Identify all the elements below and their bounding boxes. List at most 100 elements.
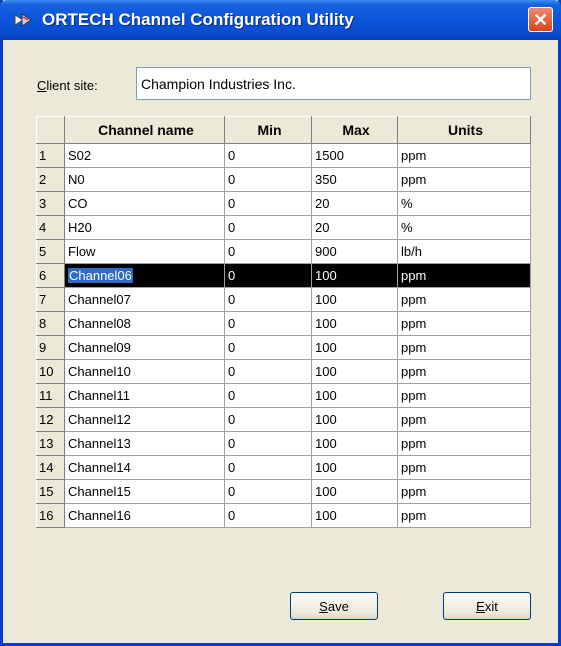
max-cell[interactable]: 100 [311,383,398,408]
max-cell[interactable]: 100 [311,263,398,288]
min-cell[interactable]: 0 [224,455,312,480]
channel-name-cell[interactable]: S02 [64,143,225,168]
channel-name-cell[interactable]: Channel09 [64,335,225,360]
max-cell[interactable]: 100 [311,287,398,312]
max-cell[interactable]: 20 [311,215,398,240]
channel-name-cell[interactable]: Channel07 [64,287,225,312]
max-cell[interactable]: 1500 [311,143,398,168]
channel-name-cell[interactable]: Channel15 [64,479,225,504]
column-header-channel-name[interactable]: Channel name [64,116,225,144]
column-header-min[interactable]: Min [224,116,312,144]
channel-name-cell[interactable]: Channel08 [64,311,225,336]
row-number-cell[interactable]: 3 [36,191,65,216]
units-cell[interactable]: ppm [397,335,531,360]
max-cell[interactable]: 100 [311,335,398,360]
units-cell[interactable]: ppm [397,431,531,456]
row-number-cell[interactable]: 4 [36,215,65,240]
channel-name-cell[interactable]: Channel06 [64,263,225,288]
units-cell[interactable]: ppm [397,455,531,480]
table-row[interactable]: 8 Channel08 0 100 ppm [36,311,531,336]
max-cell[interactable]: 100 [311,431,398,456]
row-number-cell[interactable]: 7 [36,287,65,312]
min-cell[interactable]: 0 [224,239,312,264]
channel-name-cell[interactable]: Channel16 [64,503,225,528]
table-row[interactable]: 15 Channel15 0 100 ppm [36,479,531,504]
channel-name-cell[interactable]: CO [64,191,225,216]
row-number-cell[interactable]: 12 [36,407,65,432]
row-number-cell[interactable]: 2 [36,167,65,192]
row-number-cell[interactable]: 14 [36,455,65,480]
table-row[interactable]: 9 Channel09 0 100 ppm [36,335,531,360]
min-cell[interactable]: 0 [224,407,312,432]
table-row[interactable]: 2 N0 0 350 ppm [36,167,531,192]
exit-button[interactable]: Exit [443,592,531,620]
table-row[interactable]: 11 Channel11 0 100 ppm [36,383,531,408]
table-row[interactable]: 3 CO 0 20% [36,191,531,216]
units-cell[interactable]: % [397,191,531,216]
row-number-cell[interactable]: 6 [36,263,65,288]
min-cell[interactable]: 0 [224,287,312,312]
units-cell[interactable]: ppm [397,407,531,432]
min-cell[interactable]: 0 [224,167,312,192]
max-cell[interactable]: 100 [311,503,398,528]
channel-name-cell[interactable]: Flow [64,239,225,264]
min-cell[interactable]: 0 [224,191,312,216]
units-cell[interactable]: % [397,215,531,240]
min-cell[interactable]: 0 [224,479,312,504]
units-cell[interactable]: ppm [397,143,531,168]
max-cell[interactable]: 20 [311,191,398,216]
row-number-cell[interactable]: 5 [36,239,65,264]
row-number-cell[interactable]: 8 [36,311,65,336]
min-cell[interactable]: 0 [224,335,312,360]
row-number-cell[interactable]: 1 [36,143,65,168]
min-cell[interactable]: 0 [224,359,312,384]
table-row[interactable]: 5 Flow 0 900 lb/h [36,239,531,264]
save-button[interactable]: Save [290,592,378,620]
client-site-input[interactable] [136,67,531,100]
table-row[interactable]: 4 H20 0 20% [36,215,531,240]
units-cell[interactable]: ppm [397,503,531,528]
channel-name-cell[interactable]: Channel10 [64,359,225,384]
table-row[interactable]: 10 Channel10 0 100 ppm [36,359,531,384]
table-row[interactable]: 14 Channel14 0 100 ppm [36,455,531,480]
table-row[interactable]: 7 Channel07 0 100 ppm [36,287,531,312]
units-cell[interactable]: ppm [397,311,531,336]
max-cell[interactable]: 100 [311,359,398,384]
units-cell[interactable]: ppm [397,359,531,384]
row-number-cell[interactable]: 10 [36,359,65,384]
max-cell[interactable]: 100 [311,311,398,336]
table-row[interactable]: 12 Channel12 0 100 ppm [36,407,531,432]
min-cell[interactable]: 0 [224,503,312,528]
channel-name-cell[interactable]: H20 [64,215,225,240]
row-header-corner[interactable] [36,116,65,144]
min-cell[interactable]: 0 [224,431,312,456]
min-cell[interactable]: 0 [224,383,312,408]
channel-name-cell[interactable]: N0 [64,167,225,192]
channel-name-cell[interactable]: Channel14 [64,455,225,480]
table-row[interactable]: 13 Channel13 0 100 ppm [36,431,531,456]
max-cell[interactable]: 350 [311,167,398,192]
title-bar[interactable]: ORTECH Channel Configuration Utility ✕ [0,0,561,40]
units-cell[interactable]: ppm [397,383,531,408]
min-cell[interactable]: 0 [224,215,312,240]
channel-name-cell[interactable]: Channel12 [64,407,225,432]
close-button[interactable]: ✕ [528,7,553,32]
min-cell[interactable]: 0 [224,263,312,288]
units-cell[interactable]: ppm [397,287,531,312]
max-cell[interactable]: 100 [311,479,398,504]
units-cell[interactable]: lb/h [397,239,531,264]
channel-name-cell[interactable]: Channel13 [64,431,225,456]
row-number-cell[interactable]: 13 [36,431,65,456]
min-cell[interactable]: 0 [224,143,312,168]
row-number-cell[interactable]: 9 [36,335,65,360]
channel-name-cell[interactable]: Channel11 [64,383,225,408]
min-cell[interactable]: 0 [224,311,312,336]
max-cell[interactable]: 900 [311,239,398,264]
table-row[interactable]: 16 Channel16 0 100 ppm [36,503,531,528]
units-cell[interactable]: ppm [397,263,531,288]
units-cell[interactable]: ppm [397,479,531,504]
column-header-units[interactable]: Units [397,116,531,144]
column-header-max[interactable]: Max [311,116,398,144]
units-cell[interactable]: ppm [397,167,531,192]
row-number-cell[interactable]: 15 [36,479,65,504]
